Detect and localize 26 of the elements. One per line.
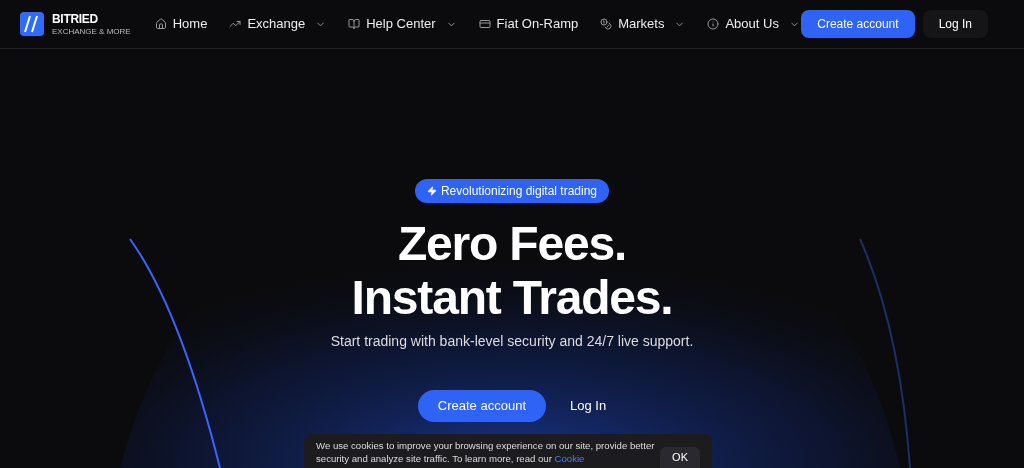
announcement-badge: Revolutionizing digital trading: [414, 179, 610, 203]
hero-title: Zero Fees. Instant Trades.: [351, 217, 673, 325]
brand-name: BITRIED: [52, 12, 99, 25]
create-account-button[interactable]: Create account: [417, 390, 546, 422]
book-icon: [348, 18, 361, 30]
logo-icon: [20, 12, 44, 36]
ok-button[interactable]: OK: [660, 447, 700, 468]
nav-link[interactable]: Markets: [600, 14, 686, 34]
nav-link[interactable]: About Us: [707, 14, 800, 34]
lightning-icon: [426, 186, 437, 196]
home-icon: [154, 18, 167, 30]
log-in-button[interactable]: Log In: [570, 396, 607, 416]
coins-icon: [600, 18, 613, 30]
trend-icon: [229, 18, 242, 30]
nav-link[interactable]: Help Center: [348, 14, 457, 34]
cookie-message: We use cookies to improve your browsing experience on our site, provide better security and analyze site traffic. To learn more, read our Cookie: [316, 439, 656, 466]
nav-link[interactable]: Exchange: [229, 14, 327, 34]
hero-subtitle: Start trading with bank-level security and 24/7 live support.: [330, 332, 694, 351]
card-icon: [478, 18, 491, 30]
cookie-policy-link[interactable]: Cookie: [554, 453, 585, 464]
brand-tagline: EXCHANGE & MORE: [52, 27, 131, 36]
nav-link[interactable]: Home: [154, 14, 208, 34]
nav-link[interactable]: Fiat On-Ramp: [478, 14, 579, 34]
create-account-button[interactable]: Create account: [801, 10, 915, 38]
log-in-button[interactable]: Log In: [922, 10, 988, 38]
info-icon: [707, 18, 720, 30]
